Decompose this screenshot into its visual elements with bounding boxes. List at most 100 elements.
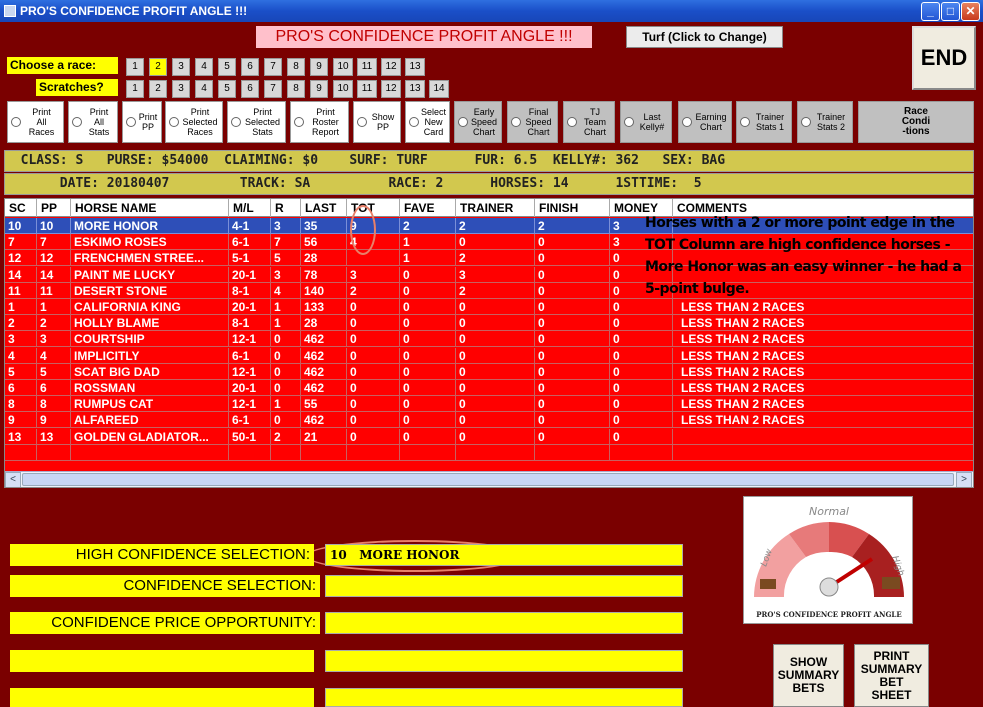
column-header-m-l[interactable]: M/L [229,199,271,217]
column-header-horse-name[interactable]: HORSE NAME [71,199,229,217]
radio-icon[interactable] [231,117,241,127]
scratch-button-13[interactable]: 13 [405,80,425,98]
scratch-button-3[interactable]: 3 [172,80,190,98]
race-button-12[interactable]: 12 [381,58,401,76]
scroll-left-icon[interactable]: < [5,472,21,487]
scratch-button-10[interactable]: 10 [333,80,353,98]
table-row[interactable]: 13 13 GOLDEN GLADIATOR... 50-1 2 21 0 0 0 0 0 [5,428,973,445]
option-final-speed-chart[interactable]: Final Speed Chart [507,101,558,143]
radio-icon[interactable] [624,117,634,127]
scratch-button-11[interactable]: 11 [357,80,377,98]
turf-toggle-button[interactable]: Turf (Click to Change) [626,26,783,48]
radio-icon[interactable] [126,117,136,127]
radio-icon[interactable] [567,117,577,127]
option-trainer-stats-2[interactable]: Trainer Stats 2 [797,101,853,143]
radio-icon[interactable] [357,117,367,127]
column-header-finish[interactable]: FINISH [535,199,610,217]
radio-icon[interactable] [169,117,179,127]
show-summary-bets-button[interactable]: SHOW SUMMARY BETS [773,644,844,707]
radio-icon[interactable] [740,117,750,127]
option-early-speed-chart[interactable]: Early Speed Chart [454,101,502,143]
high-confidence-label: HIGH CONFIDENCE SELECTION: [10,544,314,566]
radio-icon[interactable] [72,117,82,127]
race-button-2[interactable]: 2 [149,58,167,76]
table-cell: 0 [271,331,301,348]
table-row[interactable]: 2 2 HOLLY BLAME 8-1 1 28 0 0 0 0 0 LESS THAN 2 RACE… [5,315,973,332]
scratch-button-1[interactable]: 1 [126,80,144,98]
column-header-trainer[interactable]: TRAINER [456,199,535,217]
race-info-bar: CLASS: S PURSE: $54000 CLAIMING: $0 SURF… [4,150,974,172]
scratch-button-12[interactable]: 12 [381,80,401,98]
table-cell: 0 [456,331,535,348]
radio-icon[interactable] [801,117,811,127]
table-row[interactable]: 6 6 ROSSMAN 20-1 0 462 0 0 0 0 0 LESS THAN 2 RACES [5,380,973,396]
option-label: Early Speed Chart [470,107,498,137]
race-button-10[interactable]: 10 [333,58,353,76]
option-last-kelly[interactable]: Last Kelly# [620,101,672,143]
table-row[interactable]: 5 5 SCAT BIG DAD 12-1 0 462 0 0 0 0 0 LESS THAN 2 R… [5,363,973,380]
table-cell: 8 [37,396,71,413]
radio-icon[interactable] [458,117,468,127]
table-cell [673,429,973,445]
scratch-button-8[interactable]: 8 [287,80,305,98]
table-cell: 0 [347,396,400,413]
option-select-new-card[interactable]: Select New Card [405,101,450,143]
option-show-pp[interactable]: Show PP [353,101,401,143]
option-print-all-races[interactable]: Print All Races [7,101,64,143]
option-print-roster-report[interactable]: Print Roster Report [290,101,349,143]
race-button-7[interactable]: 7 [264,58,282,76]
maximize-button[interactable]: □ [941,2,960,21]
radio-icon[interactable] [682,117,692,127]
race-button-3[interactable]: 3 [172,58,190,76]
race-button-1[interactable]: 1 [126,58,144,76]
scroll-thumb[interactable] [22,473,954,486]
scratch-button-2[interactable]: 2 [149,80,167,98]
scroll-right-icon[interactable]: > [956,472,972,487]
column-header-last[interactable]: LAST [301,199,347,217]
table-row[interactable]: 8 8 RUMPUS CAT 12-1 1 55 0 0 0 0 0 LESS THAN 2 RACE… [5,396,973,413]
table-row[interactable]: 4 4 IMPLICITLY 6-1 0 462 0 0 0 0 0 LESS THAN 2 RACE… [5,347,973,364]
table-row[interactable]: 3 3 COURTSHIP 12-1 0 462 0 0 0 0 0 LESS THAN 2 RACE… [5,331,973,348]
scratch-button-9[interactable]: 9 [310,80,328,98]
table-row[interactable]: 1 1 CALIFORNIA KING 20-1 1 133 0 0 0 0 0 LESS THAN … [5,299,973,315]
minimize-button[interactable]: _ [921,2,940,21]
window-titlebar[interactable]: PRO'S CONFIDENCE PROFIT ANGLE !!! _ □ ✕ [0,0,983,22]
column-header-r[interactable]: R [271,199,301,217]
table-cell: 0 [535,282,610,299]
option-tj-team-chart[interactable]: TJ Team Chart [563,101,615,143]
empty-value-box-2 [325,688,683,707]
option-race-condi-tions[interactable]: Race Condi -tions [858,101,974,143]
radio-icon[interactable] [409,117,419,127]
race-button-6[interactable]: 6 [241,58,259,76]
race-button-13[interactable]: 13 [405,58,425,76]
scratch-button-6[interactable]: 6 [241,80,259,98]
option-trainer-stats-1[interactable]: Trainer Stats 1 [736,101,792,143]
race-button-9[interactable]: 9 [310,58,328,76]
option-print-pp[interactable]: Print PP [122,101,162,143]
column-header-sc[interactable]: SC [5,199,37,217]
print-summary-bet-sheet-button[interactable]: PRINT SUMMARY BET SHEET [854,644,929,707]
radio-icon[interactable] [294,117,304,127]
table-cell: 5 [37,363,71,380]
race-button-11[interactable]: 11 [357,58,377,76]
option-print-selected-races[interactable]: Print Selected Races [165,101,223,143]
close-button[interactable]: ✕ [961,2,980,21]
race-button-4[interactable]: 4 [195,58,213,76]
table-row[interactable]: 9 9 ALFAREED 6-1 0 462 0 0 0 0 0 LESS THAN 2 RACES [5,412,973,429]
option-print-all-stats[interactable]: Print All Stats [68,101,118,143]
horizontal-scrollbar[interactable]: < > [5,471,973,487]
column-header-fave[interactable]: FAVE [400,199,456,217]
race-button-5[interactable]: 5 [218,58,236,76]
option-earning-chart[interactable]: Earning Chart [678,101,732,143]
radio-icon[interactable] [511,117,521,127]
radio-icon[interactable] [11,117,21,127]
scratch-button-5[interactable]: 5 [218,80,236,98]
scratch-button-4[interactable]: 4 [195,80,213,98]
scratch-button-14[interactable]: 14 [429,80,449,98]
option-print-selected-stats[interactable]: Print Selected Stats [227,101,286,143]
race-button-8[interactable]: 8 [287,58,305,76]
end-button[interactable]: END [912,26,976,90]
gauge-icon: Normal Low High [754,505,906,597]
column-header-pp[interactable]: PP [37,199,71,217]
scratch-button-7[interactable]: 7 [264,80,282,98]
